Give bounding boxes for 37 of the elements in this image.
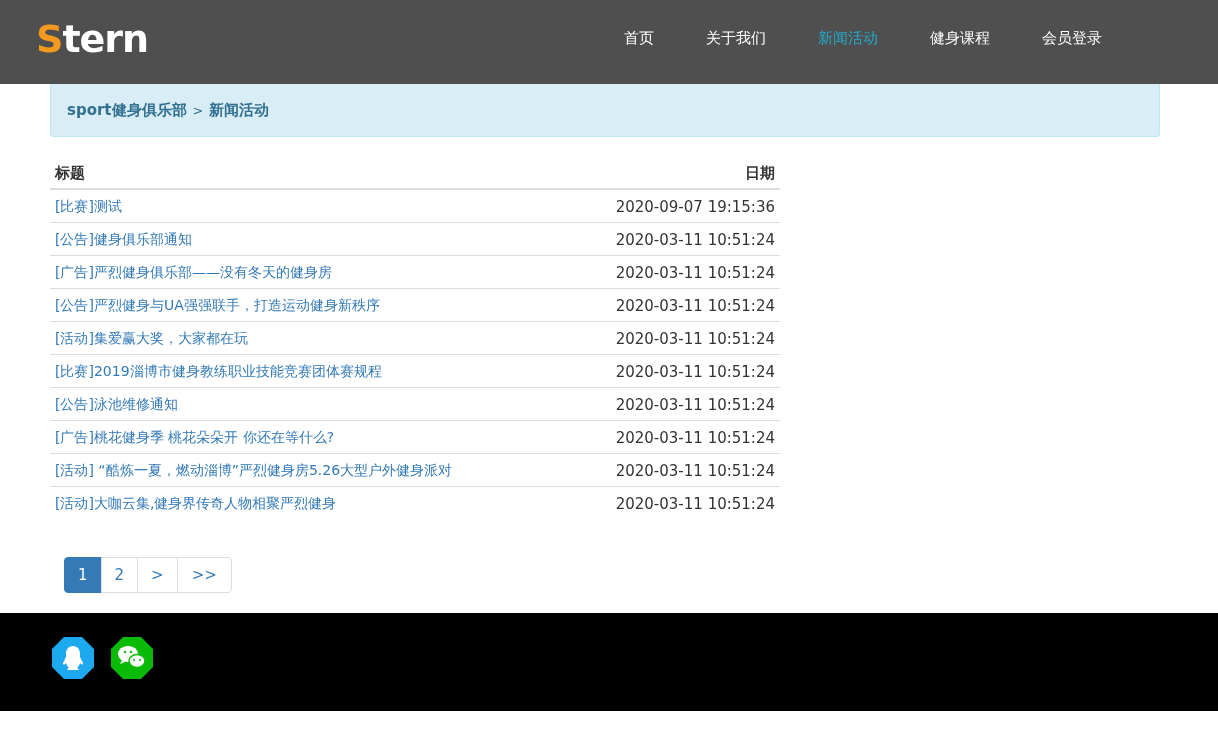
column-header: 日期 (565, 157, 780, 189)
chat-bubbles-icon[interactable] (111, 637, 153, 679)
news-link[interactable]: [比赛]2019淄博市健身教练职业技能竞赛团体赛规程 (55, 363, 382, 379)
news-link[interactable]: [广告]桃花健身季 桃花朵朵开 你还在等什么? (55, 429, 335, 445)
date-cell: 2020-03-11 10:51:24 (565, 288, 780, 322)
penguin-icon[interactable] (52, 637, 94, 679)
nav-link[interactable]: 会员登录 (1016, 28, 1128, 48)
news-link[interactable]: [公告]严烈健身与UA强强联手，打造运动健身新秩序 (55, 297, 380, 313)
logo[interactable]: Stern (36, 17, 149, 61)
nav-link[interactable]: 关于我们 (680, 28, 792, 48)
breadcrumb-separator: > (192, 102, 204, 118)
date-cell: 2020-03-11 10:51:24 (565, 255, 780, 289)
date-cell: 2020-03-11 10:51:24 (565, 222, 780, 256)
date-cell: 2020-03-11 10:51:24 (565, 387, 780, 421)
column-header: 标题 (50, 157, 566, 189)
page-button[interactable]: 2 (100, 557, 139, 593)
date-cell: 2020-03-11 10:51:24 (565, 453, 780, 487)
news-link[interactable]: [活动]大咖云集,健身界传奇人物相聚严烈健身 (55, 495, 337, 511)
breadcrumb-current[interactable]: 新闻活动 (209, 100, 270, 120)
news-link[interactable]: [比赛]测试 (55, 198, 122, 214)
breadcrumb-link[interactable]: sport健身俱乐部 (67, 100, 187, 120)
news-link[interactable]: [活动] “酷炼一夏，燃动淄博”严烈健身房5.26大型户外健身派对 (55, 462, 453, 478)
date-cell: 2020-03-11 10:51:24 (565, 420, 780, 454)
nav-link[interactable]: 新闻活动 (792, 28, 904, 48)
date-cell: 2020-03-11 10:51:24 (565, 486, 780, 519)
nav-link[interactable]: 健身课程 (904, 28, 1016, 48)
page-button[interactable]: 1 (64, 557, 102, 593)
nav-link[interactable]: 首页 (598, 28, 680, 48)
news-link[interactable]: [广告]严烈健身俱乐部——没有冬天的健身房 (55, 264, 332, 280)
page-button[interactable]: >> (176, 557, 232, 593)
news-link[interactable]: [公告]泳池维修通知 (55, 396, 178, 412)
date-cell: 2020-03-11 10:51:24 (565, 321, 780, 355)
page-button[interactable]: > (137, 557, 178, 593)
news-link[interactable]: [活动]集爱赢大奖，大家都在玩 (55, 330, 248, 346)
date-cell: 2020-09-07 19:15:36 (565, 189, 780, 223)
date-cell: 2020-03-11 10:51:24 (565, 354, 780, 388)
news-link[interactable]: [公告]健身俱乐部通知 (55, 231, 192, 247)
